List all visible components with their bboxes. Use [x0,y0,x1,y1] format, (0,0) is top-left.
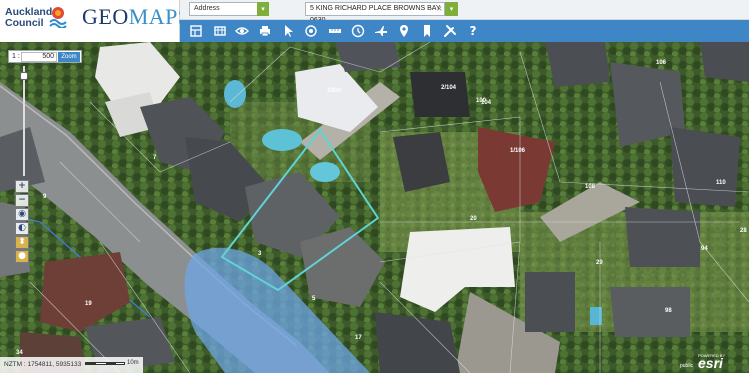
zoom-out-button[interactable]: − [15,194,29,207]
plane-icon[interactable] [374,24,388,38]
bookmark-icon[interactable] [420,24,434,38]
parcel-label: 98 [665,308,672,314]
home-icon[interactable]: ◉ [15,208,29,221]
parcel-label: 106 [656,60,667,66]
table-icon[interactable] [213,24,227,38]
layers-icon[interactable] [189,24,203,38]
search-clear-icon[interactable]: × [436,2,443,16]
scale-bar-label: 10m [127,360,139,366]
ruler-icon[interactable] [328,24,342,38]
zoom-in-button[interactable]: + [15,180,29,193]
parcel-label: 2/104 [441,85,457,91]
esri-badge: public POWERED BY esri [680,353,749,373]
header: Auckland Council GEOMAPS Address ▾ 5 KIN… [0,0,749,42]
council-logo-text: Auckland Council [5,7,52,29]
scale-control: 1 : 500 Zoom [8,50,82,63]
nav-controls: + − ◉ ◐ ⬍ ● [15,180,31,264]
basemap-toggle-icon[interactable]: ● [15,250,29,263]
parcel-label: 100A [327,88,342,94]
zoom-slider[interactable] [20,66,28,176]
question-icon[interactable]: ? [466,24,480,38]
search-dropdown-button[interactable]: ▾ [445,2,458,16]
parcel-label: 29 [596,260,603,266]
parcel-label: 1/106 [510,148,526,154]
eye-icon[interactable] [235,24,249,38]
search-type-caret-icon[interactable]: ▾ [257,2,269,16]
app-title-prefix: GEO [82,4,129,29]
parcel-label: 28 [740,228,747,234]
scale-input[interactable]: 500 [21,52,57,62]
map-canvas[interactable]: 100A 100 2/104 104 1/106 106 108 110 3 5… [0,42,749,373]
public-tag: public [680,363,694,369]
parcel-label: 34 [16,350,23,356]
parcel-label: 94 [701,246,708,252]
parcel-label: 104 [481,100,492,106]
scale-bar: 10m [85,360,139,368]
parcel-label: 20 [470,216,477,222]
search-bar: Address ▾ 5 KING RICHARD PLACE BROWNS BA… [180,0,749,24]
council-logo-icon [49,7,67,28]
logo-panel: Auckland Council GEOMAPS [0,0,190,42]
pin-icon[interactable] [397,24,411,38]
parcel-label: 19 [85,301,92,307]
parcel-label: 17 [355,335,362,341]
zoom-button[interactable]: Zoom [58,52,80,62]
council-name-line2: Council [5,17,44,29]
printer-icon[interactable] [258,24,272,38]
scale-bar-graphic [85,362,125,365]
target-icon[interactable] [304,24,318,38]
clock-icon[interactable] [351,24,365,38]
toolbar: ? [180,20,749,42]
zoom-slider-handle[interactable] [20,72,28,80]
tools-icon[interactable] [443,24,457,38]
zoom-slider-track [23,66,25,176]
search-input[interactable]: 5 KING RICHARD PLACE BROWNS BAY 0630 [305,2,445,24]
parcel-label: 110 [716,180,726,186]
aerial-imagery: 100A 100 2/104 104 1/106 106 108 110 3 5… [0,42,749,373]
app-title: GEOMAPS [82,4,191,30]
pan-icon[interactable]: ⬍ [15,236,29,249]
scale-prefix: 1 : [12,53,20,60]
esri-logo: esri [698,355,723,371]
parcel-label: 108 [585,184,596,190]
locate-icon[interactable]: ◐ [15,222,29,235]
pointer-icon[interactable] [281,24,295,38]
